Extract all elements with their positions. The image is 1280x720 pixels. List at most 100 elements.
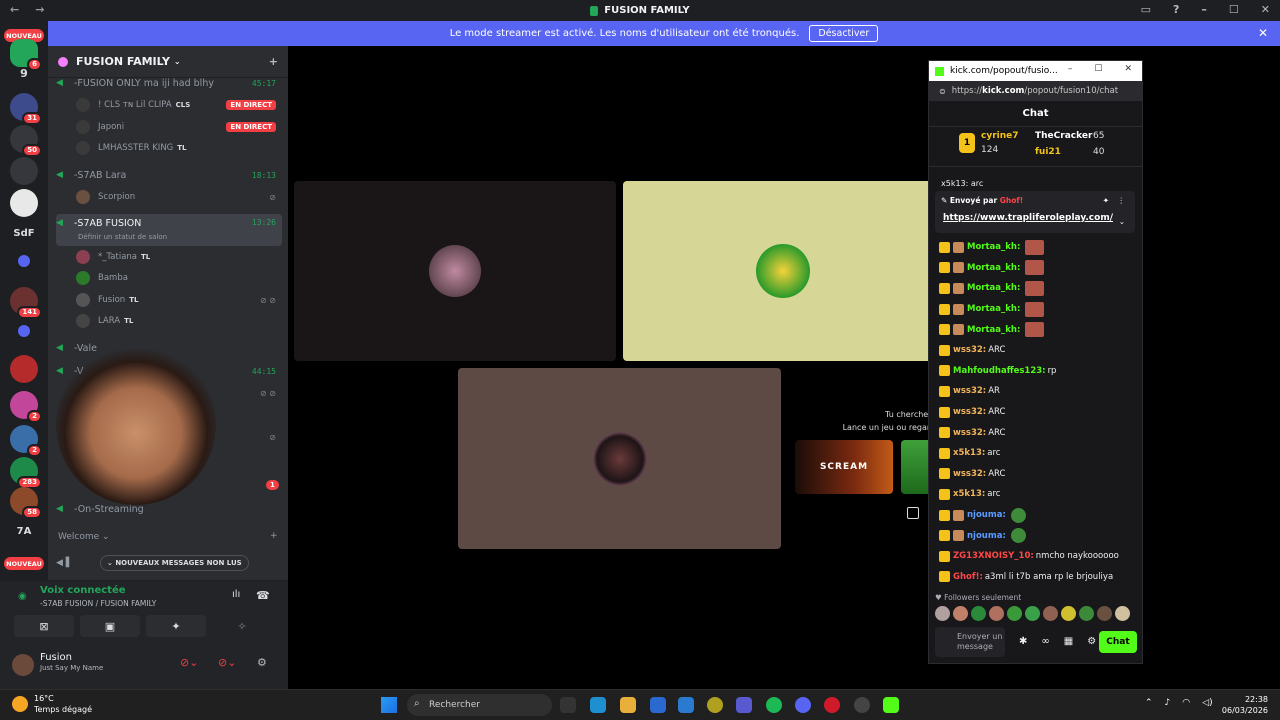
back-arrow-icon[interactable]: ← bbox=[10, 3, 19, 16]
kick-icon[interactable] bbox=[883, 697, 899, 713]
chat-message[interactable]: wss32: ARC bbox=[929, 340, 1142, 361]
chat-username[interactable]: ZG13XNOISY_10: bbox=[953, 551, 1034, 561]
emote-bar[interactable] bbox=[935, 606, 1130, 621]
maximize-button[interactable]: ☐ bbox=[1229, 3, 1239, 16]
weather-widget[interactable]: 16°C Temps dégagé bbox=[34, 693, 92, 715]
chat-message[interactable]: Mortaa_kh: bbox=[929, 299, 1142, 320]
forward-arrow-icon[interactable]: → bbox=[35, 3, 44, 16]
chat-message[interactable]: Mortaa_kh: bbox=[929, 278, 1142, 299]
add-member-icon[interactable]: + bbox=[269, 55, 278, 68]
game-card[interactable] bbox=[901, 440, 931, 494]
gift-icon[interactable]: ▦ bbox=[1064, 636, 1073, 647]
server-avatar-7[interactable]: 2 bbox=[10, 391, 42, 423]
voice-channel-path[interactable]: -S7AB FUSION / FUSION FAMILY bbox=[40, 599, 156, 608]
emote[interactable] bbox=[935, 606, 950, 621]
obs-icon[interactable] bbox=[854, 697, 870, 713]
folder-icon[interactable] bbox=[18, 255, 30, 267]
close-icon[interactable]: ✕ bbox=[1258, 26, 1268, 40]
chat-message[interactable]: wss32: AR bbox=[929, 381, 1142, 402]
participant-tile[interactable] bbox=[294, 181, 616, 361]
emote-picker-icon[interactable]: ✱ bbox=[1019, 636, 1027, 647]
chat-username[interactable]: Mortaa_kh: bbox=[967, 304, 1020, 314]
close-button[interactable]: ✕ bbox=[1124, 64, 1132, 74]
chat-username[interactable]: wss32: bbox=[953, 345, 986, 355]
disable-streamer-button[interactable]: Désactiver bbox=[809, 25, 879, 42]
settings-gear-icon[interactable]: ⚙ bbox=[257, 656, 267, 669]
game-card[interactable]: SCREAM bbox=[795, 440, 893, 494]
folder-icon-2[interactable] bbox=[18, 325, 30, 337]
chat-username[interactable]: Mortaa_kh: bbox=[967, 263, 1020, 273]
soundboard-button[interactable]: ✧ bbox=[212, 615, 272, 637]
server-avatar-5[interactable]: 141 bbox=[10, 287, 42, 319]
chat-message[interactable]: Mortaa_kh: bbox=[929, 237, 1142, 258]
chat-message[interactable]: njouma: bbox=[929, 525, 1142, 546]
pin-icon[interactable]: ✦ bbox=[1103, 196, 1109, 205]
emote[interactable] bbox=[989, 606, 1004, 621]
user-name[interactable]: Fusion bbox=[40, 652, 72, 663]
chat-username[interactable]: wss32: bbox=[953, 386, 986, 396]
voice-user[interactable]: Bamba bbox=[76, 269, 282, 287]
task-view-icon[interactable] bbox=[560, 697, 576, 713]
settings-gear-icon[interactable]: ⚙ bbox=[1087, 636, 1096, 647]
help-icon[interactable]: ? bbox=[1173, 3, 1179, 16]
emote[interactable] bbox=[1025, 606, 1040, 621]
chat-username[interactable]: Mortaa_kh: bbox=[967, 283, 1020, 293]
clock[interactable]: 22:38 06/03/2026 bbox=[1222, 694, 1268, 716]
edge-icon[interactable] bbox=[590, 697, 606, 713]
voice-user[interactable]: *_Tatiana TL bbox=[76, 248, 282, 266]
emote[interactable] bbox=[1061, 606, 1076, 621]
voice-user[interactable]: Fusion TL ⊘ ⊘ bbox=[76, 291, 282, 309]
server-avatar-6[interactable] bbox=[10, 355, 38, 383]
chat-username[interactable]: x5k13: bbox=[953, 448, 985, 458]
teams-icon[interactable] bbox=[736, 697, 752, 713]
emote[interactable] bbox=[1043, 606, 1058, 621]
voice-channel-lara[interactable]: ◀ -S7AB Lara 18:13 bbox=[56, 166, 282, 184]
spotify-icon[interactable] bbox=[766, 697, 782, 713]
screen-share-button[interactable]: ▣ bbox=[80, 615, 140, 637]
chevron-down-icon[interactable]: ⌄ bbox=[1119, 217, 1125, 226]
file-explorer-icon[interactable] bbox=[620, 697, 636, 713]
outlook-icon[interactable] bbox=[650, 697, 666, 713]
discord-icon[interactable] bbox=[795, 697, 811, 713]
close-button[interactable]: ✕ bbox=[1261, 3, 1270, 16]
send-chat-button[interactable]: Chat bbox=[1099, 631, 1137, 653]
voice-channel-fusion-only[interactable]: ◀ -FUSION ONLY ma iji had blhy 45:17 bbox=[56, 74, 282, 92]
chat-username[interactable]: wss32: bbox=[953, 469, 986, 479]
chat-username[interactable]: njouma: bbox=[967, 531, 1006, 541]
category-welcome[interactable]: Welcome ⌄ + bbox=[58, 531, 278, 542]
chat-username[interactable]: wss32: bbox=[953, 407, 986, 417]
voice-channel-on-streaming[interactable]: ◀ -On-Streaming bbox=[56, 500, 282, 518]
server-avatar-4[interactable] bbox=[10, 189, 38, 217]
pinned-message[interactable]: ✎ Envoyé par Ghof! ✦ ⋮ https://www.trapl… bbox=[935, 191, 1135, 233]
chat-message[interactable]: Mortaa_kh: bbox=[929, 258, 1142, 279]
chat-message[interactable]: ZG13XNOISY_10: nmcho naykoooooo bbox=[929, 546, 1142, 567]
server-9[interactable]: 9 bbox=[10, 59, 38, 87]
chat-username[interactable]: Mortaa_kh: bbox=[967, 325, 1020, 335]
emote[interactable] bbox=[1079, 606, 1094, 621]
server-avatar-10[interactable]: 58 bbox=[10, 487, 42, 519]
chat-message[interactable]: Mahfoudhaffes123: rp bbox=[929, 361, 1142, 382]
noise-suppression-icon[interactable]: ılı bbox=[232, 589, 240, 600]
chat-username[interactable]: Mortaa_kh: bbox=[967, 242, 1020, 252]
app-icon[interactable] bbox=[707, 697, 723, 713]
maximize-button[interactable]: ☐ bbox=[1094, 64, 1102, 74]
participant-tile[interactable] bbox=[458, 368, 781, 549]
emote[interactable] bbox=[1097, 606, 1112, 621]
chat-message[interactable]: x5k13: arc bbox=[929, 443, 1142, 464]
more-options-icon[interactable]: ⋮ bbox=[1118, 196, 1126, 205]
chat-message[interactable]: wss32: ARC bbox=[929, 464, 1142, 485]
voice-user[interactable]: LMHASSTER KING TL bbox=[76, 139, 282, 157]
chat-username[interactable]: Mahfoudhaffes123: bbox=[953, 366, 1046, 376]
disconnect-icon[interactable]: ☎ bbox=[256, 589, 270, 602]
chat-message[interactable]: wss32: ARC bbox=[929, 402, 1142, 423]
chat-username[interactable]: njouma: bbox=[967, 510, 1006, 520]
server-avatar-3[interactable] bbox=[10, 157, 38, 185]
chat-message[interactable]: Ghof!: a3ml li t7b ama rp le brjouliya bbox=[929, 567, 1142, 588]
voice-user[interactable]: ! CLS ᴛɴ Lil CLIPA CLS EN DIRECT bbox=[76, 96, 282, 114]
chat-username[interactable]: x5k13: bbox=[953, 489, 985, 499]
chat-input[interactable]: Envoyer un message bbox=[935, 627, 1005, 657]
chat-message[interactable]: wss32: ARC bbox=[929, 422, 1142, 443]
camera-off-button[interactable]: ⊠ bbox=[14, 615, 74, 637]
new-messages-pill[interactable]: ⌄ NOUVEAUX MESSAGES NON LUS bbox=[100, 555, 249, 571]
server-avatar-8[interactable]: 2 bbox=[10, 425, 42, 457]
